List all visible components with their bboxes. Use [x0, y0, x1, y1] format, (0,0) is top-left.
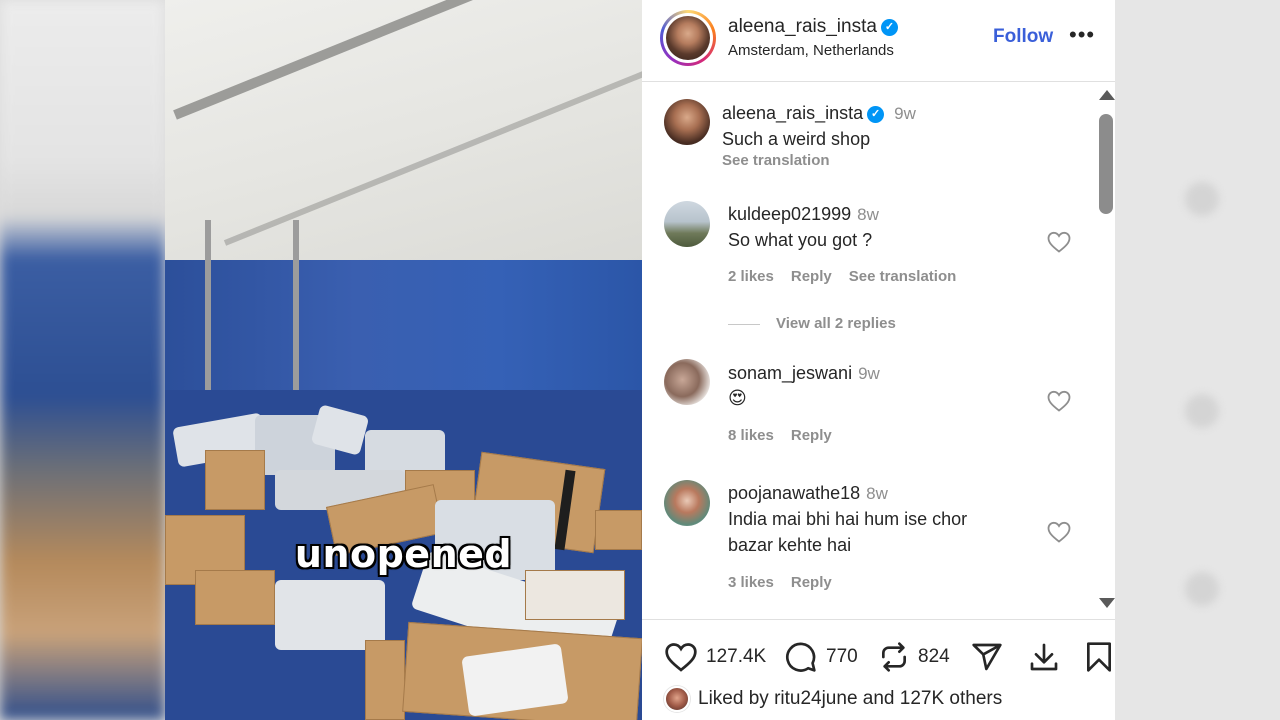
- comment-reply-button[interactable]: Reply: [791, 268, 832, 285]
- likes-count: 127.4K: [706, 646, 767, 667]
- caption-username-row: aleena_rais_insta ✓ 9w: [722, 103, 916, 124]
- comment-likes-count[interactable]: 8 likes: [728, 427, 774, 444]
- comment-text-line-2: bazar kehte hai: [728, 535, 852, 555]
- liked-by-others[interactable]: 127K others: [900, 688, 1002, 710]
- comment-like-heart-icon[interactable]: [1047, 521, 1071, 543]
- scroll-down-icon[interactable]: [1099, 598, 1115, 608]
- comment-username[interactable]: poojanawathe18: [728, 483, 860, 503]
- caption-see-translation[interactable]: See translation: [722, 152, 830, 169]
- scrollbar-thumb[interactable]: [1099, 114, 1113, 214]
- comment-username[interactable]: sonam_jeswani: [728, 363, 852, 383]
- repost-button[interactable]: 824: [878, 640, 950, 674]
- comment-avatar[interactable]: [664, 480, 710, 526]
- comment-reply-button[interactable]: Reply: [791, 574, 832, 591]
- liked-by-prefix: Liked by: [698, 688, 769, 709]
- comment-username-row: sonam_jeswani 9w: [728, 363, 880, 384]
- caption-author-avatar[interactable]: [664, 99, 710, 145]
- view-replies-button[interactable]: View all 2 replies: [728, 315, 896, 332]
- heart-icon: [665, 643, 697, 672]
- comment-username-row: kuldeep021999 8w: [728, 204, 879, 225]
- video-ceiling: [165, 0, 642, 300]
- comment-text: So what you got ?: [728, 230, 873, 250]
- comment-avatar[interactable]: [664, 359, 710, 405]
- verified-badge-icon: ✓: [880, 19, 898, 36]
- comment-text-line-1: India mai bhi hai hum ise chor: [728, 509, 968, 529]
- author-username-row[interactable]: aleena_rais_insta ✓: [728, 16, 898, 38]
- video-pole: [205, 220, 211, 400]
- reposts-count: 824: [918, 646, 950, 667]
- comment-like-heart-icon[interactable]: [1047, 390, 1071, 412]
- backdrop-blob: [1185, 394, 1219, 428]
- parcel: [525, 570, 625, 620]
- comment-reply-button[interactable]: Reply: [791, 427, 832, 444]
- more-options-icon[interactable]: •••: [1069, 22, 1095, 48]
- like-button[interactable]: 127.4K: [664, 640, 766, 674]
- caption-text: Such a weird shop: [722, 129, 871, 149]
- author-username[interactable]: aleena_rais_insta: [728, 16, 877, 37]
- comment-like-heart-icon[interactable]: [1047, 231, 1071, 253]
- backdrop-right-blur: [1115, 0, 1280, 720]
- comment-time: 8w: [857, 205, 879, 224]
- bookmark-icon: [1087, 642, 1111, 672]
- comment-username[interactable]: kuldeep021999: [728, 204, 851, 224]
- repost-icon: [882, 642, 906, 672]
- video-pole: [293, 220, 299, 400]
- caption-username[interactable]: aleena_rais_insta: [722, 103, 863, 123]
- comments-scrollbar[interactable]: [1097, 88, 1115, 613]
- liked-by-connector: and: [862, 688, 895, 709]
- parcel: [195, 570, 275, 625]
- comment-meta: 8 likes Reply: [728, 427, 849, 444]
- backdrop-left-blur: [0, 0, 165, 720]
- comments-count: 770: [826, 646, 858, 667]
- comments-list[interactable]: aleena_rais_insta ✓ 9w Such a weird shop S…: [642, 83, 1115, 618]
- comment-meta: 3 likes Reply: [728, 574, 849, 591]
- parcel: [205, 450, 265, 510]
- comment-username-row: poojanawathe18 8w: [728, 483, 888, 504]
- view-replies-label: View all 2 replies: [776, 315, 896, 332]
- comment-meta: 2 likes Reply See translation: [728, 268, 973, 285]
- video-caption: unopened: [294, 532, 513, 576]
- comment-likes-count[interactable]: 2 likes: [728, 268, 774, 285]
- post-side-panel: aleena_rais_insta ✓ Amsterdam, Netherland…: [642, 0, 1115, 720]
- comment-avatar[interactable]: [664, 201, 710, 247]
- comment-button[interactable]: 770: [784, 640, 858, 674]
- post-header: aleena_rais_insta ✓ Amsterdam, Netherland…: [642, 0, 1115, 82]
- liked-by-row[interactable]: Liked by ritu24june and 127K others: [664, 686, 1002, 712]
- replies-divider-line: [728, 323, 760, 325]
- caption-time: 9w: [894, 104, 916, 123]
- comment-time: 8w: [866, 484, 888, 503]
- comment-likes-count[interactable]: 3 likes: [728, 574, 774, 591]
- comment-see-translation[interactable]: See translation: [849, 268, 957, 285]
- scroll-up-icon[interactable]: [1099, 90, 1115, 100]
- liked-by-avatar: [664, 686, 690, 712]
- post-location[interactable]: Amsterdam, Netherlands: [728, 42, 894, 59]
- liked-by-user[interactable]: ritu24june: [774, 688, 857, 710]
- follow-button[interactable]: Follow: [993, 26, 1053, 48]
- post-actions-bar: 127.4K 770 824 Liked by ritu24june and 1…: [642, 619, 1115, 720]
- parcel: [365, 640, 405, 720]
- share-button[interactable]: [970, 640, 1004, 674]
- author-avatar[interactable]: [660, 10, 716, 66]
- download-button[interactable]: [1028, 640, 1060, 674]
- comment-time: 9w: [858, 364, 880, 383]
- share-icon: [972, 643, 1002, 671]
- save-button[interactable]: [1085, 640, 1113, 674]
- post-video[interactable]: unopened: [165, 0, 642, 720]
- backdrop-blob: [1185, 572, 1219, 606]
- verified-badge-icon: ✓: [867, 106, 885, 123]
- comment-icon: [786, 642, 816, 672]
- backdrop-blob: [1185, 182, 1219, 216]
- comment-emoji-text: 😍: [728, 388, 747, 409]
- download-icon: [1030, 643, 1058, 671]
